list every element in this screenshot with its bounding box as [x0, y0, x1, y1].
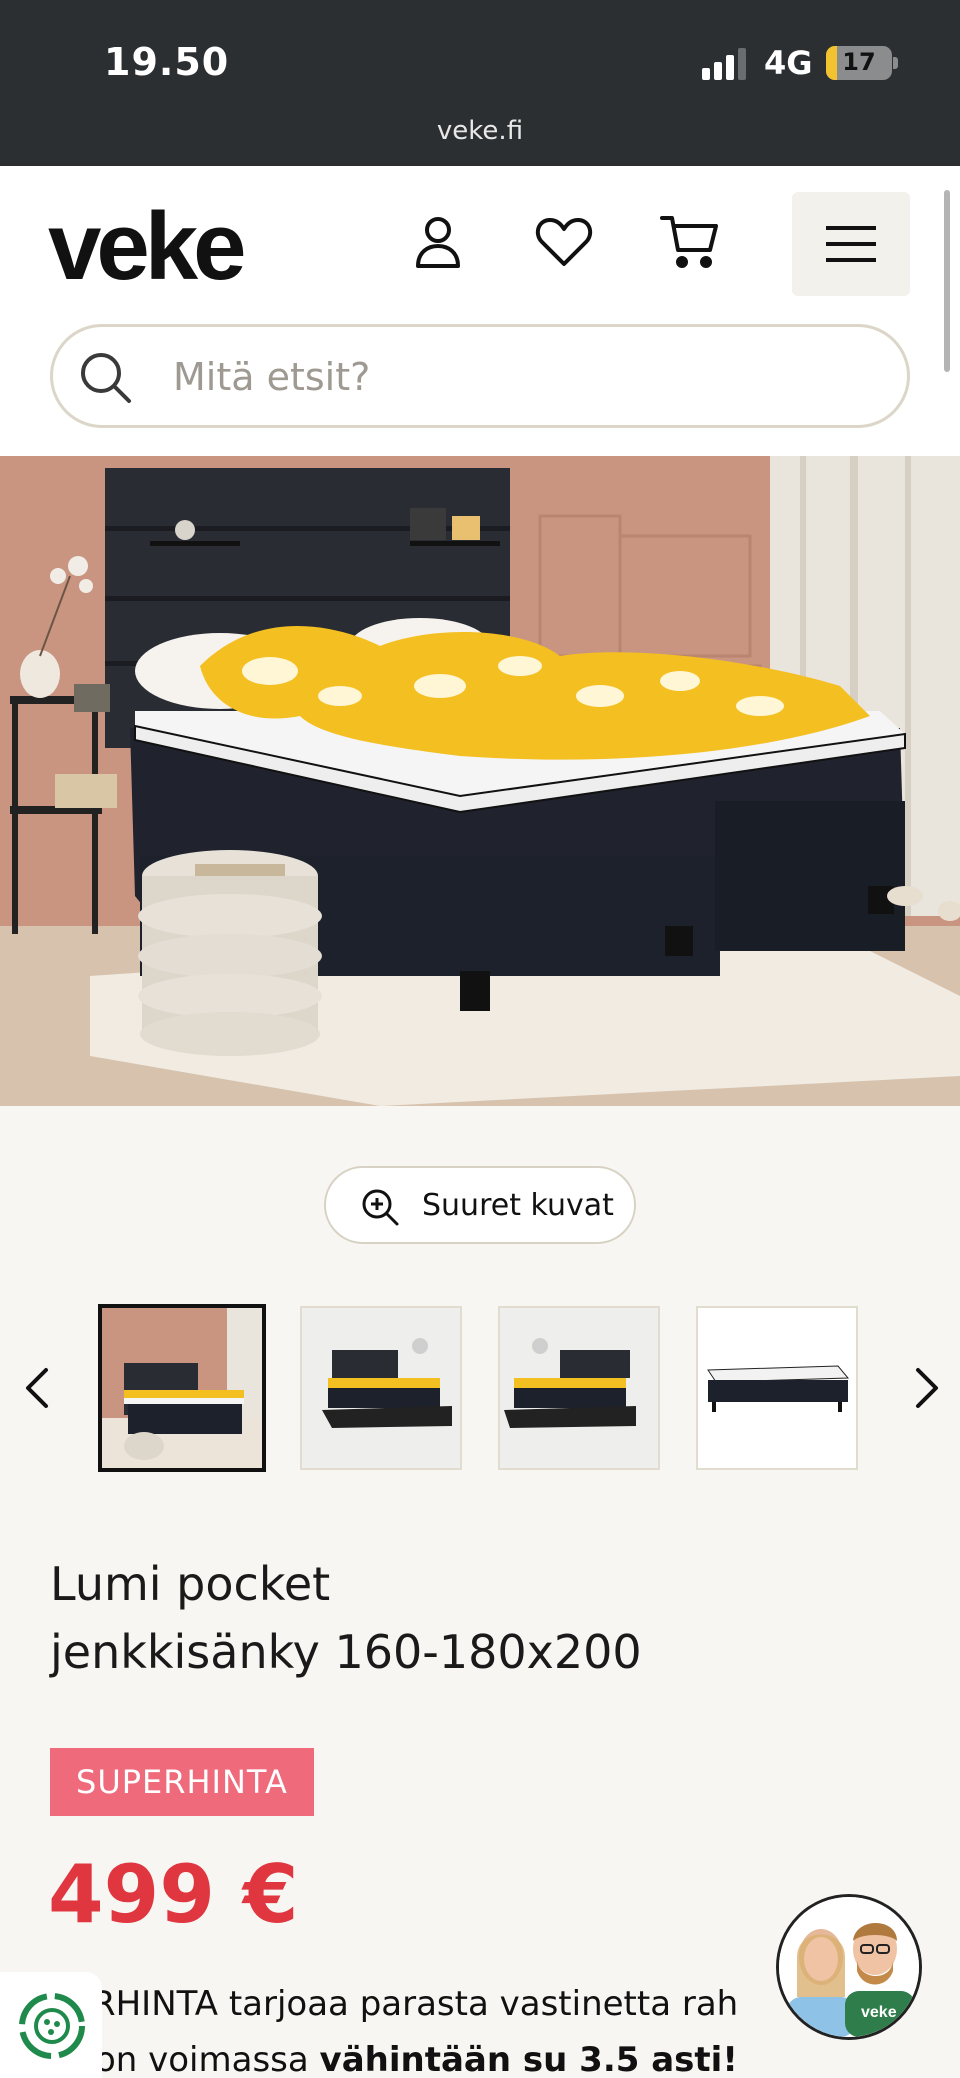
thumbnail-1[interactable]	[98, 1304, 266, 1472]
search-input[interactable]	[173, 345, 873, 409]
menu-button[interactable]	[792, 192, 910, 296]
recycle-icon	[19, 1993, 85, 2059]
user-icon[interactable]	[406, 210, 470, 274]
product-title: Lumi pocket jenkkisänky 160-180x200	[50, 1550, 910, 1686]
zoom-in-icon	[362, 1189, 399, 1226]
promo-line2-bold: vähintään su 3.5 asti!	[319, 2040, 738, 2078]
thumbnail-2[interactable]	[300, 1306, 462, 1470]
svg-text:veke: veke	[861, 2004, 897, 2021]
site-header: veke	[0, 166, 960, 456]
product-hero-image[interactable]	[0, 456, 960, 1106]
large-images-button[interactable]: Suuret kuvat	[324, 1166, 636, 1244]
chevron-left-icon	[26, 1368, 48, 1408]
thumbnail-4[interactable]	[696, 1306, 858, 1470]
superhinta-badge: SUPERHINTA	[50, 1748, 314, 1816]
product-price: 499 €	[48, 1848, 299, 1941]
battery-icon: 17	[826, 46, 892, 80]
status-time: 19.50	[104, 40, 230, 84]
thumbnails-next-button[interactable]	[906, 1364, 946, 1412]
large-images-label: Suuret kuvat	[422, 1188, 614, 1223]
product-title-line1: Lumi pocket	[50, 1557, 331, 1611]
chat-support-avatar[interactable]: veke	[776, 1894, 922, 2040]
page-scrollbar[interactable]	[944, 190, 950, 372]
heart-icon[interactable]	[532, 210, 596, 274]
signal-icon	[702, 48, 748, 80]
product-title-line2: jenkkisänky 160-180x200	[50, 1625, 642, 1679]
search-bar[interactable]	[50, 324, 910, 428]
battery-level: 17	[842, 48, 876, 76]
battery-tip	[893, 57, 898, 69]
thumbnails-prev-button[interactable]	[18, 1364, 58, 1412]
search-icon	[81, 353, 131, 403]
veke-logo[interactable]: veke	[48, 192, 247, 302]
status-bar: 19.50 4G 17 veke.fi	[0, 0, 960, 166]
recycle-badge[interactable]	[0, 1972, 102, 2078]
thumbnail-3[interactable]	[498, 1306, 660, 1470]
url-label[interactable]: veke.fi	[0, 116, 960, 146]
chevron-right-icon	[916, 1368, 938, 1408]
cart-icon[interactable]	[658, 210, 722, 274]
promo-line2: ta on voimassa vähintään su 3.5 asti!	[50, 2032, 950, 2078]
network-label: 4G	[764, 44, 813, 82]
menu-icon	[826, 226, 876, 262]
